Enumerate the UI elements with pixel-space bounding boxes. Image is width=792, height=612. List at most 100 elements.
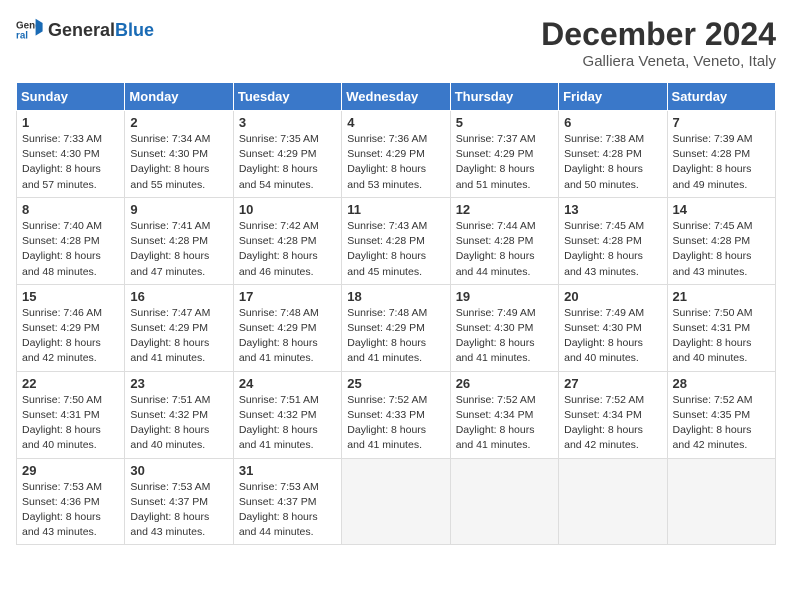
col-saturday: Saturday (667, 83, 775, 111)
day-number: 15 (22, 289, 119, 304)
calendar-week-row: 8 Sunrise: 7:40 AMSunset: 4:28 PMDaylight… (17, 197, 776, 284)
day-number: 22 (22, 376, 119, 391)
day-info: Sunrise: 7:52 AMSunset: 4:35 PMDaylight:… (673, 393, 770, 454)
table-row: 17 Sunrise: 7:48 AMSunset: 4:29 PMDayligh… (233, 284, 341, 371)
calendar-week-row: 29Sunrise: 7:53 AMSunset: 4:36 PMDayligh… (17, 458, 776, 545)
table-row: 2 Sunrise: 7:34 AMSunset: 4:30 PMDaylight… (125, 111, 233, 198)
day-number: 1 (22, 115, 119, 130)
col-tuesday: Tuesday (233, 83, 341, 111)
day-number: 7 (673, 115, 770, 130)
day-number: 12 (456, 202, 553, 217)
day-number: 27 (564, 376, 661, 391)
day-info: Sunrise: 7:48 AMSunset: 4:29 PMDaylight:… (347, 306, 444, 367)
col-wednesday: Wednesday (342, 83, 450, 111)
col-thursday: Thursday (450, 83, 558, 111)
day-number: 9 (130, 202, 227, 217)
day-number: 10 (239, 202, 336, 217)
table-row: 1 Sunrise: 7:33 AMSunset: 4:30 PMDaylight… (17, 111, 125, 198)
day-info: Sunrise: 7:41 AMSunset: 4:28 PMDaylight:… (130, 219, 227, 280)
table-row (559, 458, 667, 545)
table-row: 13 Sunrise: 7:45 AMSunset: 4:28 PMDayligh… (559, 197, 667, 284)
day-number: 6 (564, 115, 661, 130)
calendar-header-row: Sunday Monday Tuesday Wednesday Thursday… (17, 83, 776, 111)
day-info: Sunrise: 7:38 AMSunset: 4:28 PMDaylight:… (564, 132, 661, 193)
day-number: 31 (239, 463, 336, 478)
day-number: 29 (22, 463, 119, 478)
table-row: 27Sunrise: 7:52 AMSunset: 4:34 PMDayligh… (559, 371, 667, 458)
day-number: 28 (673, 376, 770, 391)
day-info: Sunrise: 7:47 AMSunset: 4:29 PMDaylight:… (130, 306, 227, 367)
day-number: 19 (456, 289, 553, 304)
header: Gene ral GeneralBlue December 2024 Galli… (16, 16, 776, 70)
table-row (667, 458, 775, 545)
day-number: 8 (22, 202, 119, 217)
table-row: 16 Sunrise: 7:47 AMSunset: 4:29 PMDayligh… (125, 284, 233, 371)
table-row: 25 Sunrise: 7:52 AMSunset: 4:33 PMDayligh… (342, 371, 450, 458)
table-row: 9 Sunrise: 7:41 AMSunset: 4:28 PMDaylight… (125, 197, 233, 284)
day-number: 5 (456, 115, 553, 130)
day-info: Sunrise: 7:33 AMSunset: 4:30 PMDaylight:… (22, 132, 119, 193)
day-info: Sunrise: 7:35 AMSunset: 4:29 PMDaylight:… (239, 132, 336, 193)
day-info: Sunrise: 7:46 AMSunset: 4:29 PMDaylight:… (22, 306, 119, 367)
day-info: Sunrise: 7:53 AMSunset: 4:37 PMDaylight:… (130, 480, 227, 541)
day-number: 3 (239, 115, 336, 130)
calendar-week-row: 22 Sunrise: 7:50 AMSunset: 4:31 PMDayligh… (17, 371, 776, 458)
day-info: Sunrise: 7:52 AMSunset: 4:34 PMDaylight:… (456, 393, 553, 454)
day-number: 24 (239, 376, 336, 391)
day-info: Sunrise: 7:50 AMSunset: 4:31 PMDaylight:… (22, 393, 119, 454)
day-info: Sunrise: 7:37 AMSunset: 4:29 PMDaylight:… (456, 132, 553, 193)
day-number: 14 (673, 202, 770, 217)
day-number: 26 (456, 376, 553, 391)
day-info: Sunrise: 7:34 AMSunset: 4:30 PMDaylight:… (130, 132, 227, 193)
day-number: 4 (347, 115, 444, 130)
table-row: 3 Sunrise: 7:35 AMSunset: 4:29 PMDaylight… (233, 111, 341, 198)
day-number: 18 (347, 289, 444, 304)
day-info: Sunrise: 7:45 AMSunset: 4:28 PMDaylight:… (564, 219, 661, 280)
day-info: Sunrise: 7:45 AMSunset: 4:28 PMDaylight:… (673, 219, 770, 280)
table-row: 24 Sunrise: 7:51 AMSunset: 4:32 PMDayligh… (233, 371, 341, 458)
table-row: 31 Sunrise: 7:53 AMSunset: 4:37 PMDayligh… (233, 458, 341, 545)
day-info: Sunrise: 7:52 AMSunset: 4:33 PMDaylight:… (347, 393, 444, 454)
table-row: 22 Sunrise: 7:50 AMSunset: 4:31 PMDayligh… (17, 371, 125, 458)
table-row: 30 Sunrise: 7:53 AMSunset: 4:37 PMDayligh… (125, 458, 233, 545)
table-row: 14 Sunrise: 7:45 AMSunset: 4:28 PMDayligh… (667, 197, 775, 284)
table-row: 19 Sunrise: 7:49 AMSunset: 4:30 PMDayligh… (450, 284, 558, 371)
day-info: Sunrise: 7:51 AMSunset: 4:32 PMDaylight:… (239, 393, 336, 454)
table-row: 28 Sunrise: 7:52 AMSunset: 4:35 PMDayligh… (667, 371, 775, 458)
location-title: Galliera Veneta, Veneto, Italy (541, 53, 776, 70)
logo-icon: Gene ral (16, 16, 44, 44)
day-info: Sunrise: 7:53 AMSunset: 4:37 PMDaylight:… (239, 480, 336, 541)
day-number: 23 (130, 376, 227, 391)
table-row: 20 Sunrise: 7:49 AMSunset: 4:30 PMDayligh… (559, 284, 667, 371)
day-number: 11 (347, 202, 444, 217)
table-row: 8 Sunrise: 7:40 AMSunset: 4:28 PMDaylight… (17, 197, 125, 284)
table-row: 6 Sunrise: 7:38 AMSunset: 4:28 PMDaylight… (559, 111, 667, 198)
title-area: December 2024 Galliera Veneta, Veneto, I… (541, 16, 776, 70)
day-info: Sunrise: 7:48 AMSunset: 4:29 PMDaylight:… (239, 306, 336, 367)
day-number: 20 (564, 289, 661, 304)
table-row: 5 Sunrise: 7:37 AMSunset: 4:29 PMDaylight… (450, 111, 558, 198)
table-row: 18 Sunrise: 7:48 AMSunset: 4:29 PMDayligh… (342, 284, 450, 371)
logo: Gene ral GeneralBlue (16, 16, 154, 44)
day-info: Sunrise: 7:36 AMSunset: 4:29 PMDaylight:… (347, 132, 444, 193)
day-info: Sunrise: 7:50 AMSunset: 4:31 PMDaylight:… (673, 306, 770, 367)
table-row: 23Sunrise: 7:51 AMSunset: 4:32 PMDayligh… (125, 371, 233, 458)
day-info: Sunrise: 7:49 AMSunset: 4:30 PMDaylight:… (456, 306, 553, 367)
day-number: 2 (130, 115, 227, 130)
day-number: 16 (130, 289, 227, 304)
day-number: 21 (673, 289, 770, 304)
calendar-table: Sunday Monday Tuesday Wednesday Thursday… (16, 82, 776, 545)
table-row: 4 Sunrise: 7:36 AMSunset: 4:29 PMDaylight… (342, 111, 450, 198)
day-number: 17 (239, 289, 336, 304)
day-info: Sunrise: 7:40 AMSunset: 4:28 PMDaylight:… (22, 219, 119, 280)
table-row (450, 458, 558, 545)
table-row: 7Sunrise: 7:39 AMSunset: 4:28 PMDaylight… (667, 111, 775, 198)
day-number: 25 (347, 376, 444, 391)
day-number: 30 (130, 463, 227, 478)
table-row: 10Sunrise: 7:42 AMSunset: 4:28 PMDayligh… (233, 197, 341, 284)
day-number: 13 (564, 202, 661, 217)
logo-blue-text: Blue (115, 20, 154, 41)
calendar-week-row: 1 Sunrise: 7:33 AMSunset: 4:30 PMDaylight… (17, 111, 776, 198)
day-info: Sunrise: 7:49 AMSunset: 4:30 PMDaylight:… (564, 306, 661, 367)
table-row: 21 Sunrise: 7:50 AMSunset: 4:31 PMDayligh… (667, 284, 775, 371)
